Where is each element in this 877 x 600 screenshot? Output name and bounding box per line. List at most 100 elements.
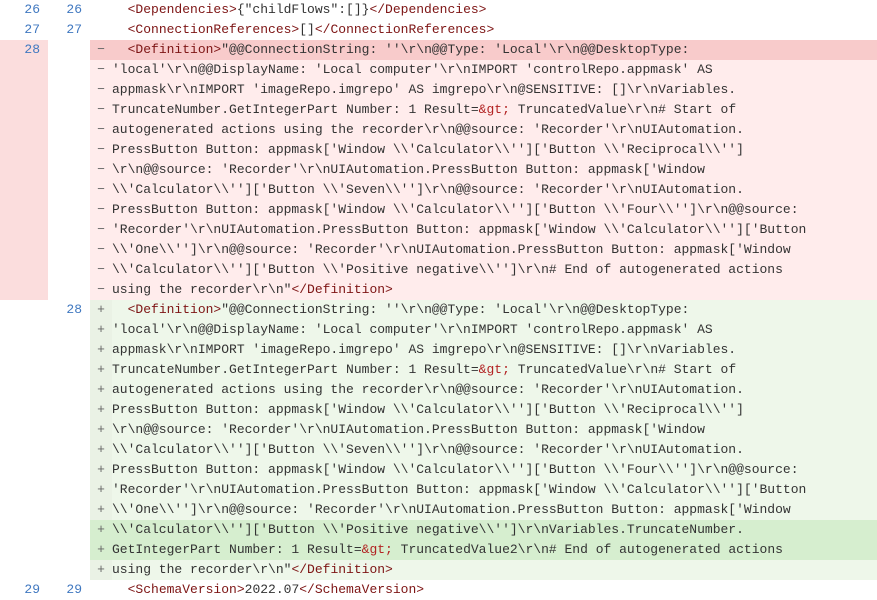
diff-line[interactable]: +\r\n@@source: 'Recorder'\r\nUIAutomatio… (0, 420, 877, 440)
diff-viewer: 2626 <Dependencies>{"childFlows":[]}</De… (0, 0, 877, 587)
code-content: \\'One\\'']\r\n@@source: 'Recorder'\r\nU… (112, 500, 877, 520)
line-number-new (48, 500, 90, 520)
code-content: \\'Calculator\\'']['Button \\'Seven\\'']… (112, 180, 877, 200)
diff-marker: + (90, 480, 112, 500)
diff-marker: − (90, 40, 112, 60)
diff-line[interactable]: +GetIntegerPart Number: 1 Result=&gt; Tr… (0, 540, 877, 560)
diff-marker (90, 20, 112, 40)
diff-marker: − (90, 280, 112, 300)
line-number-old (0, 380, 48, 400)
diff-marker: − (90, 260, 112, 280)
line-number-new (48, 60, 90, 80)
line-number-old (0, 500, 48, 520)
line-number-new (48, 80, 90, 100)
line-number-old (0, 140, 48, 160)
line-number-old (0, 80, 48, 100)
diff-marker: − (90, 100, 112, 120)
line-number-old (0, 340, 48, 360)
diff-line[interactable]: −appmask\r\nIMPORT 'imageRepo.imgrepo' A… (0, 80, 877, 100)
diff-line[interactable]: 28+ <Definition>"@@ConnectionString: ''\… (0, 300, 877, 320)
line-number-new (48, 460, 90, 480)
code-content: 'Recorder'\r\nUIAutomation.PressButton B… (112, 480, 877, 500)
diff-line[interactable]: +\\'Calculator\\'']['Button \\'Seven\\''… (0, 440, 877, 460)
diff-line[interactable]: −autogenerated actions using the recorde… (0, 120, 877, 140)
diff-marker: + (90, 540, 112, 560)
code-content: <SchemaVersion>2022.07</SchemaVersion> (112, 580, 877, 600)
code-content: \\'One\\'']\r\n@@source: 'Recorder'\r\nU… (112, 240, 877, 260)
line-number-old (0, 560, 48, 580)
code-content: <Definition>"@@ConnectionString: ''\r\n@… (112, 40, 877, 60)
line-number-old (0, 460, 48, 480)
diff-line[interactable]: +appmask\r\nIMPORT 'imageRepo.imgrepo' A… (0, 340, 877, 360)
diff-line[interactable]: +'Recorder'\r\nUIAutomation.PressButton … (0, 480, 877, 500)
code-content: \\'Calculator\\'']['Button \\'Seven\\'']… (112, 440, 877, 460)
diff-line[interactable]: −\r\n@@source: 'Recorder'\r\nUIAutomatio… (0, 160, 877, 180)
diff-line[interactable]: 2626 <Dependencies>{"childFlows":[]}</De… (0, 0, 877, 20)
line-number-new (48, 560, 90, 580)
diff-line[interactable]: −'Recorder'\r\nUIAutomation.PressButton … (0, 220, 877, 240)
line-number-new (48, 220, 90, 240)
diff-marker: + (90, 380, 112, 400)
line-number-new (48, 180, 90, 200)
code-content: 'Recorder'\r\nUIAutomation.PressButton B… (112, 220, 877, 240)
diff-line[interactable]: −\\'Calculator\\'']['Button \\'Seven\\''… (0, 180, 877, 200)
code-content: autogenerated actions using the recorder… (112, 380, 877, 400)
diff-line[interactable]: 28 − <Definition>"@@ConnectionString: ''\… (0, 40, 877, 60)
diff-marker: + (90, 360, 112, 380)
line-number-old (0, 440, 48, 460)
diff-line[interactable]: −PressButton Button: appmask['Window \\'… (0, 200, 877, 220)
diff-marker: + (90, 320, 112, 340)
line-number-new (48, 240, 90, 260)
line-number-old (0, 300, 48, 320)
diff-line[interactable]: 2929 <SchemaVersion>2022.07</SchemaVersi… (0, 580, 877, 600)
line-number-old: 27 (0, 20, 48, 40)
line-number-new (48, 440, 90, 460)
diff-line[interactable]: −TruncateNumber.GetIntegerPart Number: 1… (0, 100, 877, 120)
line-number-new (48, 540, 90, 560)
diff-line[interactable]: −PressButton Button: appmask['Window \\'… (0, 140, 877, 160)
diff-marker: − (90, 160, 112, 180)
line-number-old (0, 160, 48, 180)
diff-marker: + (90, 420, 112, 440)
diff-line[interactable]: +TruncateNumber.GetIntegerPart Number: 1… (0, 360, 877, 380)
code-content: 'local'\r\n@@DisplayName: 'Local compute… (112, 320, 877, 340)
code-content: \\'Calculator\\'']['Button \\'Positive n… (112, 520, 877, 540)
line-number-new (48, 260, 90, 280)
code-content: TruncateNumber.GetIntegerPart Number: 1 … (112, 360, 877, 380)
line-number-old (0, 60, 48, 80)
line-number-new: 29 (48, 580, 90, 600)
diff-line[interactable]: −'local'\r\n@@DisplayName: 'Local comput… (0, 60, 877, 80)
code-content: \\'Calculator\\'']['Button \\'Positive n… (112, 260, 877, 280)
line-number-new (48, 160, 90, 180)
line-number-new (48, 400, 90, 420)
line-number-old (0, 260, 48, 280)
diff-line[interactable]: 2727 <ConnectionReferences>[]</Connectio… (0, 20, 877, 40)
line-number-new (48, 480, 90, 500)
line-number-old (0, 400, 48, 420)
line-number-old (0, 100, 48, 120)
line-number-old: 28 (0, 40, 48, 60)
diff-line[interactable]: −using the recorder\r\n"</Definition> (0, 280, 877, 300)
diff-line[interactable]: +\\'One\\'']\r\n@@source: 'Recorder'\r\n… (0, 500, 877, 520)
code-content: PressButton Button: appmask['Window \\'C… (112, 460, 877, 480)
diff-line[interactable]: −\\'One\\'']\r\n@@source: 'Recorder'\r\n… (0, 240, 877, 260)
code-content: PressButton Button: appmask['Window \\'C… (112, 140, 877, 160)
line-number-new: 26 (48, 0, 90, 20)
line-number-old (0, 480, 48, 500)
diff-line[interactable]: +'local'\r\n@@DisplayName: 'Local comput… (0, 320, 877, 340)
diff-line[interactable]: +autogenerated actions using the recorde… (0, 380, 877, 400)
diff-marker: − (90, 220, 112, 240)
code-content: \r\n@@source: 'Recorder'\r\nUIAutomation… (112, 160, 877, 180)
code-content: \r\n@@source: 'Recorder'\r\nUIAutomation… (112, 420, 877, 440)
code-content: <Definition>"@@ConnectionString: ''\r\n@… (112, 300, 877, 320)
diff-line[interactable]: +using the recorder\r\n"</Definition> (0, 560, 877, 580)
line-number-old (0, 220, 48, 240)
diff-line[interactable]: −\\'Calculator\\'']['Button \\'Positive … (0, 260, 877, 280)
diff-line[interactable]: +PressButton Button: appmask['Window \\'… (0, 400, 877, 420)
diff-line[interactable]: +PressButton Button: appmask['Window \\'… (0, 460, 877, 480)
diff-marker: − (90, 60, 112, 80)
line-number-new (48, 380, 90, 400)
code-content: appmask\r\nIMPORT 'imageRepo.imgrepo' AS… (112, 340, 877, 360)
diff-line[interactable]: +\\'Calculator\\'']['Button \\'Positive … (0, 520, 877, 540)
code-content: <ConnectionReferences>[]</ConnectionRefe… (112, 20, 877, 40)
